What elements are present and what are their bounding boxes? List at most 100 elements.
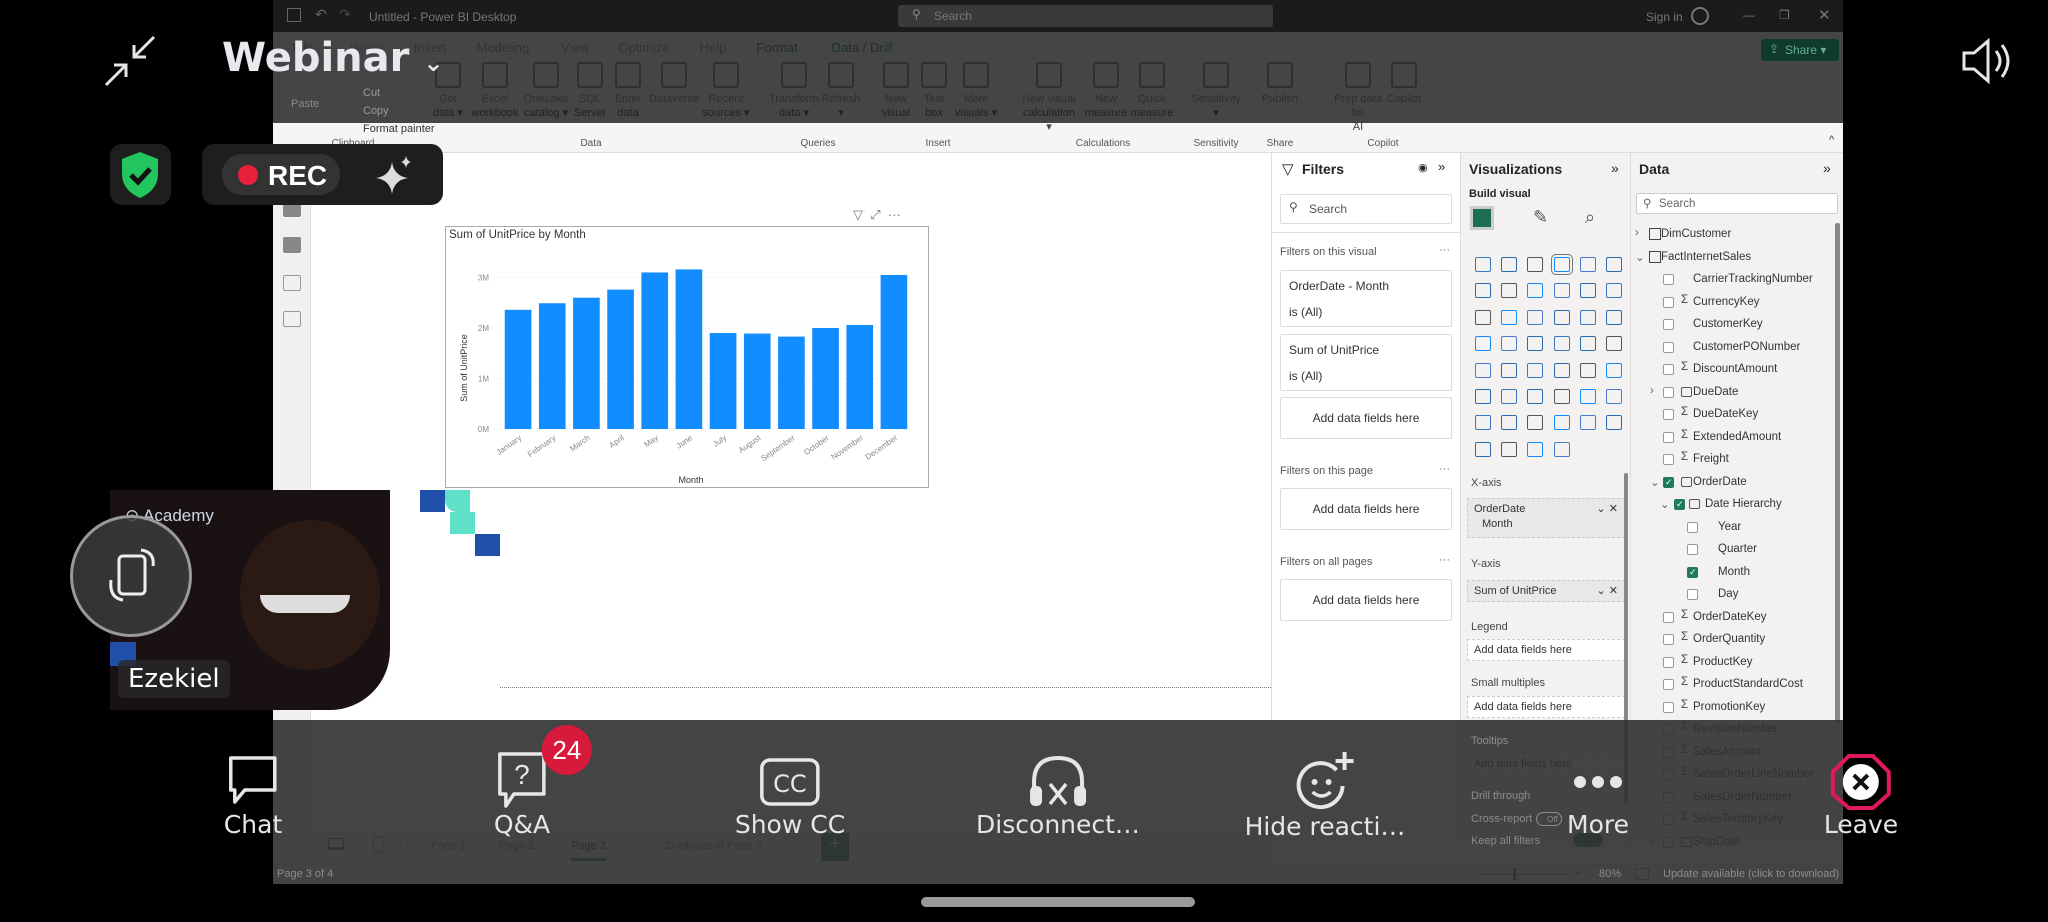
home-indicator[interactable] bbox=[921, 897, 1195, 907]
visual-type-icon[interactable] bbox=[1527, 441, 1544, 457]
field-checkbox[interactable] bbox=[1663, 454, 1674, 465]
visual-type-icon[interactable] bbox=[1475, 389, 1491, 404]
visual-type-icon[interactable] bbox=[1475, 441, 1491, 457]
data-field-item[interactable]: Day bbox=[1631, 585, 1831, 605]
field-checkbox[interactable] bbox=[1663, 274, 1674, 285]
filter-card[interactable]: Sum of UnitPrice is (All) bbox=[1280, 334, 1452, 391]
data-field-item[interactable]: Year bbox=[1631, 518, 1831, 538]
model-view-icon[interactable] bbox=[283, 237, 301, 253]
analytics-tab-icon[interactable]: ⌕ bbox=[1585, 207, 1595, 228]
field-checkbox[interactable] bbox=[1663, 341, 1674, 353]
field-checkbox[interactable] bbox=[1663, 319, 1674, 330]
filter-card[interactable]: OrderDate - Month is (All) bbox=[1280, 270, 1452, 327]
undo-icon[interactable]: ↶ bbox=[315, 6, 327, 23]
field-checkbox[interactable] bbox=[1687, 566, 1698, 578]
visual-type-icon[interactable] bbox=[1553, 283, 1570, 299]
data-field-item[interactable]: Σ DueDateKey bbox=[1631, 405, 1831, 425]
field-checkbox[interactable] bbox=[1663, 701, 1674, 713]
filter-icon[interactable]: ▽ bbox=[853, 207, 863, 222]
visual-type-icon[interactable] bbox=[1553, 415, 1570, 431]
chat-button[interactable]: Chat bbox=[224, 750, 282, 839]
field-checkbox[interactable] bbox=[1674, 499, 1685, 510]
field-checkbox[interactable] bbox=[1663, 634, 1674, 645]
title-search-box[interactable]: ⚲ Search bbox=[898, 5, 1273, 27]
visual-type-icon[interactable] bbox=[1475, 336, 1491, 352]
collapse-data-icon[interactable]: » bbox=[1823, 160, 1831, 176]
cut-button[interactable]: Cut bbox=[363, 84, 435, 102]
data-field-item[interactable]: Σ ProductKey bbox=[1631, 653, 1831, 673]
field-checkbox[interactable] bbox=[1687, 544, 1698, 555]
dax-query-icon[interactable] bbox=[283, 275, 301, 291]
field-checkbox[interactable] bbox=[1663, 611, 1674, 623]
security-badge[interactable] bbox=[110, 144, 171, 205]
visual-type-icon[interactable] bbox=[1475, 309, 1491, 325]
field-checkbox[interactable] bbox=[1687, 589, 1698, 600]
more-options-icon[interactable]: ··· bbox=[888, 207, 901, 222]
more-icon[interactable]: ··· bbox=[1439, 244, 1450, 256]
visual-type-icon[interactable] bbox=[1527, 362, 1544, 378]
tmdl-view-icon[interactable] bbox=[283, 311, 301, 327]
avatar-icon[interactable] bbox=[1691, 7, 1709, 25]
visual-type-icon[interactable] bbox=[1579, 415, 1596, 431]
minimize-button[interactable]: — bbox=[1743, 8, 1755, 22]
focus-mode-icon[interactable]: ⤢ bbox=[870, 207, 880, 222]
expand-chevron-icon[interactable]: › bbox=[1635, 227, 1639, 239]
add-visual-filter-drop[interactable]: Add data fields here bbox=[1280, 397, 1452, 439]
minimize-screen-icon[interactable] bbox=[104, 35, 156, 87]
visual-type-icon[interactable] bbox=[1501, 309, 1518, 325]
visual-type-icon[interactable] bbox=[1579, 257, 1596, 272]
data-search-input[interactable]: ⚲ Search bbox=[1636, 193, 1838, 214]
filters-search-input[interactable]: ⚲ Search bbox=[1280, 194, 1452, 224]
field-checkbox[interactable] bbox=[1663, 409, 1674, 420]
hide-reactions-button[interactable]: Hide reacti… bbox=[1245, 750, 1405, 841]
add-page-filter-drop[interactable]: Add data fields here bbox=[1280, 488, 1452, 530]
copy-button[interactable]: Copy bbox=[363, 102, 435, 120]
data-field-item[interactable]: CustomerKey bbox=[1631, 315, 1831, 335]
update-available-link[interactable]: Update available (click to download) bbox=[1663, 868, 1839, 880]
visual-type-icon[interactable] bbox=[1606, 336, 1622, 352]
collapse-filters-icon[interactable]: » bbox=[1438, 159, 1445, 174]
expand-chevron-icon[interactable]: ⌄ bbox=[1635, 250, 1645, 264]
visual-type-icon[interactable] bbox=[1606, 389, 1622, 404]
cross-report-toggle[interactable]: Off bbox=[1536, 812, 1562, 826]
data-field-item[interactable]: Σ OrderDateKey bbox=[1631, 608, 1831, 628]
visual-type-icon[interactable] bbox=[1501, 336, 1518, 352]
format-painter-button[interactable]: Format painter bbox=[363, 120, 435, 138]
visual-type-icon[interactable] bbox=[1501, 389, 1518, 404]
qa-button[interactable]: ? Q&A 24 bbox=[494, 725, 592, 839]
visual-type-icon[interactable] bbox=[1606, 415, 1622, 431]
field-checkbox[interactable] bbox=[1687, 521, 1698, 533]
field-checkbox[interactable] bbox=[1663, 679, 1674, 690]
save-icon[interactable] bbox=[287, 8, 301, 22]
switch-camera-button[interactable] bbox=[70, 515, 192, 637]
data-field-item[interactable]: › DimCustomer bbox=[1631, 225, 1831, 245]
data-field-item[interactable]: ⌄ FactInternetSales bbox=[1631, 248, 1831, 268]
visual-type-icon[interactable] bbox=[1606, 309, 1622, 325]
data-field-item[interactable]: Σ ExtendedAmount bbox=[1631, 428, 1831, 448]
leave-button[interactable]: Leave bbox=[1824, 750, 1898, 839]
visual-type-icon[interactable] bbox=[1501, 257, 1518, 272]
data-field-item[interactable]: Σ PromotionKey bbox=[1631, 698, 1831, 718]
paste-button[interactable]: Paste bbox=[291, 98, 319, 110]
visual-type-icon[interactable] bbox=[1579, 309, 1596, 325]
visual-type-icon[interactable] bbox=[1606, 283, 1622, 299]
y-axis-well[interactable]: Sum of UnitPrice ⌄ ✕ bbox=[1467, 580, 1625, 602]
expand-chevron-icon[interactable]: ⌄ bbox=[1650, 475, 1660, 489]
visual-type-icon[interactable] bbox=[1501, 283, 1518, 299]
visual-type-icon[interactable] bbox=[1501, 415, 1518, 431]
data-field-item[interactable]: Σ DiscountAmount bbox=[1631, 360, 1831, 380]
field-checkbox[interactable] bbox=[1663, 431, 1674, 443]
data-field-item[interactable]: Σ ProductStandardCost bbox=[1631, 675, 1831, 695]
more-icon[interactable]: ··· bbox=[1439, 554, 1450, 566]
visual-type-icon[interactable] bbox=[1527, 283, 1544, 299]
share-button[interactable]: ⇪ Share ▾ bbox=[1761, 39, 1839, 61]
collapse-ribbon-icon[interactable]: ^ bbox=[1829, 134, 1834, 146]
visual-type-icon[interactable] bbox=[1553, 309, 1570, 325]
field-checkbox[interactable] bbox=[1663, 386, 1674, 398]
format-visual-tab-icon[interactable]: ✎ bbox=[1533, 207, 1548, 228]
visual-type-icon[interactable] bbox=[1579, 389, 1596, 404]
restore-button[interactable]: ❐ bbox=[1779, 8, 1790, 22]
add-all-filter-drop[interactable]: Add data fields here bbox=[1280, 579, 1452, 621]
disconnect-audio-button[interactable]: Disconnect… bbox=[976, 750, 1140, 839]
visual-type-icon[interactable] bbox=[1606, 362, 1622, 378]
